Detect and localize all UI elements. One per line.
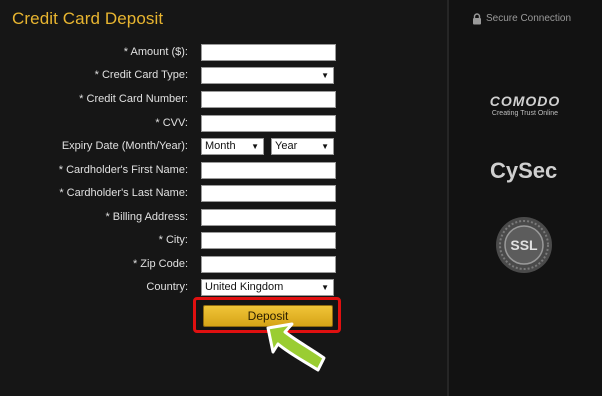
- expiry-month-value: Month: [205, 140, 236, 152]
- cvv-input[interactable]: [201, 115, 336, 132]
- expiry-row: Expiry Date (Month/Year): Month ▼ Year ▼: [0, 138, 447, 156]
- cvv-label: * CVV:: [155, 117, 188, 129]
- billing-address-input[interactable]: [201, 209, 336, 226]
- first-name-label: * Cardholder's First Name:: [58, 164, 188, 176]
- comodo-badge: COMODO Creating Trust Online: [484, 93, 566, 117]
- card-type-row: * Credit Card Type: ▼: [0, 67, 447, 85]
- amount-label: * Amount ($):: [123, 46, 188, 58]
- billing-address-row: * Billing Address:: [0, 209, 447, 227]
- last-name-row: * Cardholder's Last Name:: [0, 185, 447, 203]
- city-label: * City:: [158, 234, 188, 246]
- zip-input[interactable]: [201, 256, 336, 273]
- billing-address-label: * Billing Address:: [105, 211, 188, 223]
- card-number-input[interactable]: [201, 91, 336, 108]
- cysec-badge: CySec: [490, 158, 558, 183]
- ssl-seal-icon: SSL: [496, 217, 552, 273]
- country-row: Country: United Kingdom ▼: [0, 279, 447, 297]
- card-type-label: * Credit Card Type:: [94, 69, 188, 81]
- zip-label: * Zip Code:: [132, 258, 188, 270]
- country-select[interactable]: United Kingdom ▼: [201, 279, 334, 296]
- secure-connection-text: Secure Connection: [486, 13, 572, 24]
- card-number-label: * Credit Card Number:: [79, 93, 188, 105]
- first-name-row: * Cardholder's First Name:: [0, 162, 447, 180]
- comodo-tagline: Creating Trust Online: [491, 110, 559, 117]
- page-title: Credit Card Deposit: [12, 9, 164, 28]
- lock-icon: [473, 13, 481, 25]
- pointer-arrow-icon: [266, 322, 326, 372]
- last-name-label: * Cardholder's Last Name:: [59, 187, 188, 199]
- cvv-row: * CVV:: [0, 115, 447, 133]
- ssl-text: SSL: [510, 237, 538, 253]
- expiry-label: Expiry Date (Month/Year):: [61, 140, 188, 152]
- expiry-year-select[interactable]: Year ▼: [271, 138, 334, 155]
- card-type-select[interactable]: ▼: [201, 67, 334, 84]
- city-row: * City:: [0, 232, 447, 250]
- country-label: Country:: [146, 281, 188, 293]
- zip-row: * Zip Code:: [0, 256, 447, 274]
- card-number-row: * Credit Card Number:: [0, 91, 447, 109]
- expiry-month-select[interactable]: Month ▼: [201, 138, 264, 155]
- chevron-down-icon: ▼: [321, 142, 329, 151]
- last-name-input[interactable]: [201, 185, 336, 202]
- country-value: United Kingdom: [205, 281, 284, 293]
- first-name-input[interactable]: [201, 162, 336, 179]
- amount-row: * Amount ($):: [0, 44, 447, 62]
- comodo-name: COMODO: [489, 93, 561, 109]
- trust-sidebar: [449, 0, 602, 396]
- amount-input[interactable]: [201, 44, 336, 61]
- chevron-down-icon: ▼: [251, 142, 259, 151]
- expiry-year-value: Year: [275, 140, 298, 152]
- deposit-panel: Credit Card Deposit * Amount ($): * Cred…: [0, 0, 447, 396]
- chevron-down-icon: ▼: [321, 283, 329, 292]
- city-input[interactable]: [201, 232, 336, 249]
- chevron-down-icon: ▼: [321, 71, 329, 80]
